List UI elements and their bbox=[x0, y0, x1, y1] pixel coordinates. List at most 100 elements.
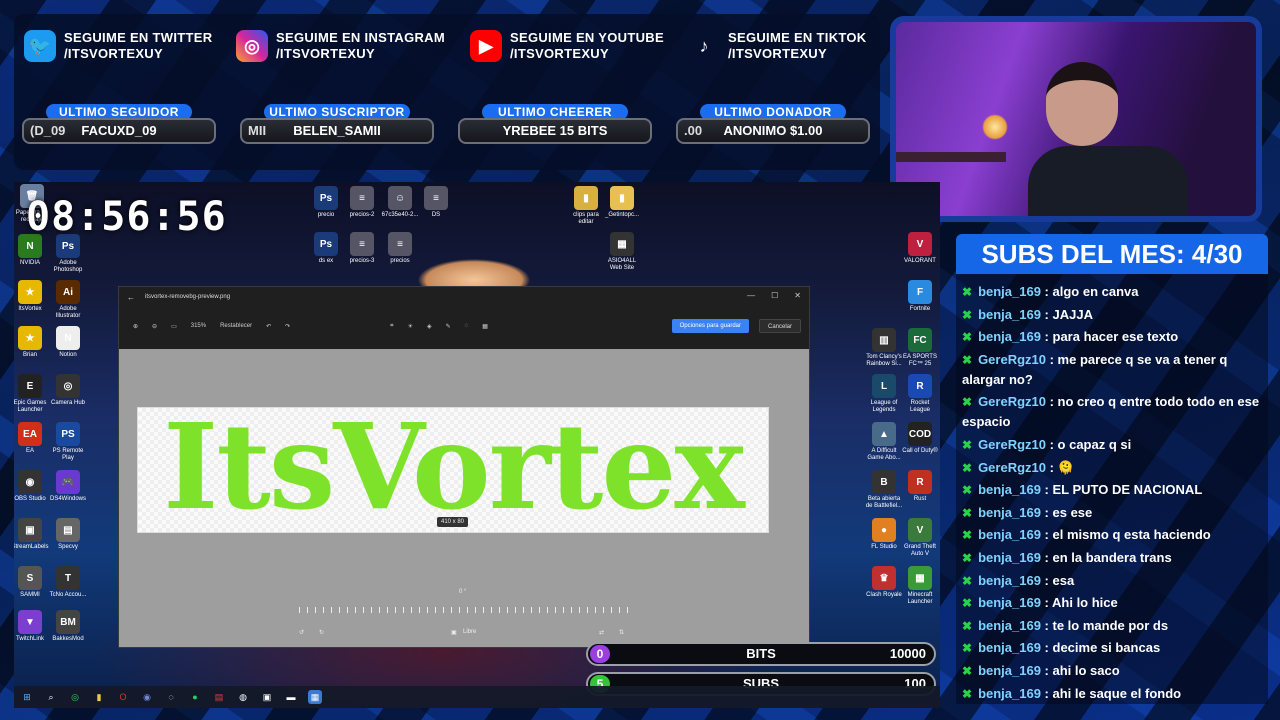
desktop-icon[interactable]: B Beta abierta de Battlefiel... bbox=[864, 470, 904, 510]
chat-username[interactable]: benja_169 bbox=[978, 686, 1041, 701]
chat-username[interactable]: GereRgz10 bbox=[978, 394, 1046, 409]
editor-title-bar[interactable]: ← itsvortex-removebg-preview.png — ☐ ✕ bbox=[119, 287, 809, 307]
chat-username[interactable]: benja_169 bbox=[978, 550, 1041, 565]
chat-username[interactable]: benja_169 bbox=[978, 307, 1041, 322]
desktop-icon[interactable]: EA EA bbox=[14, 422, 50, 455]
chat-username[interactable]: benja_169 bbox=[978, 505, 1041, 520]
desktop-icon[interactable]: N Notion bbox=[48, 326, 88, 359]
desktop-icon[interactable]: S SAMMI bbox=[14, 566, 50, 599]
chat-username[interactable]: benja_169 bbox=[978, 284, 1041, 299]
app-icon[interactable]: ▤ bbox=[212, 690, 226, 704]
brightness-icon[interactable]: ☀ bbox=[408, 323, 413, 330]
desktop-icon[interactable]: ▦ Minecraft Launcher bbox=[900, 566, 940, 606]
desktop-icon[interactable]: Ps precio bbox=[306, 186, 346, 219]
chat-username[interactable]: benja_169 bbox=[978, 482, 1041, 497]
desktop-icon[interactable]: ▦ ASIO4ALL Web Site bbox=[602, 232, 642, 272]
chat-username[interactable]: benja_169 bbox=[978, 527, 1041, 542]
zoom-in-icon[interactable]: ⊕ bbox=[133, 323, 138, 330]
desktop-icon[interactable]: V Grand Theft Auto V bbox=[900, 518, 940, 558]
desktop-icon[interactable]: R Rocket League bbox=[900, 374, 940, 414]
photo-editor-window[interactable]: ← itsvortex-removebg-preview.png — ☐ ✕ ⊕… bbox=[118, 286, 810, 648]
crop-icon[interactable]: ⌗ bbox=[390, 323, 393, 330]
chat-username[interactable]: benja_169 bbox=[978, 573, 1041, 588]
desktop-icon[interactable]: Ps ds ex bbox=[306, 232, 346, 265]
filter-icon[interactable]: ◈ bbox=[427, 323, 432, 330]
desktop-icon[interactable]: 🎮 DS4Windows bbox=[48, 470, 88, 503]
desktop-icon[interactable]: ▤ Specvy bbox=[48, 518, 88, 551]
discord-icon[interactable]: ◉ bbox=[140, 690, 154, 704]
rotate-left-icon[interactable]: ↺ bbox=[299, 629, 304, 636]
aspect-icon[interactable]: ▣ bbox=[451, 629, 457, 636]
desktop-icon[interactable]: ● FL Studio bbox=[864, 518, 904, 551]
markup-icon[interactable]: ✎ bbox=[446, 323, 451, 330]
flip-horizontal-icon[interactable]: ⇄ bbox=[599, 629, 604, 636]
maximize-icon[interactable]: ☐ bbox=[771, 291, 778, 300]
reset-button[interactable]: Restablecer bbox=[220, 323, 252, 329]
desktop-icon[interactable]: ▼ TwitchLink bbox=[14, 610, 50, 643]
aspect-ratio-label[interactable]: Libre bbox=[463, 629, 476, 635]
desktop-icon[interactable]: ▥ Tom Clancy's Rainbow Si... bbox=[864, 328, 904, 368]
desktop-icon[interactable]: ★ ItsVortex bbox=[14, 280, 50, 313]
photos-icon[interactable]: ▦ bbox=[308, 690, 322, 704]
crop-image[interactable]: ItsVortex bbox=[137, 407, 769, 533]
steam-icon[interactable]: ◌ bbox=[164, 690, 178, 704]
fit-icon[interactable]: ▭ bbox=[171, 323, 177, 330]
desktop-icon[interactable]: ≡ precios-2 bbox=[342, 186, 382, 219]
desktop-icon[interactable]: ≡ DS bbox=[416, 186, 456, 219]
desktop-icon[interactable]: ◎ Camera Hub bbox=[48, 374, 88, 407]
background-icon[interactable]: ▦ bbox=[482, 323, 488, 330]
rotate-right-icon[interactable]: ↻ bbox=[319, 629, 324, 636]
minimize-icon[interactable]: — bbox=[747, 291, 755, 300]
close-icon[interactable]: ✕ bbox=[794, 291, 801, 300]
desktop-icon[interactable]: ◉ OBS Studio bbox=[14, 470, 50, 503]
desktop-icon[interactable]: ★ Brian bbox=[14, 326, 50, 359]
zoom-out-icon[interactable]: ⊖ bbox=[152, 323, 157, 330]
search-icon[interactable]: ⌕ bbox=[44, 690, 58, 704]
desktop-icon[interactable]: BM BakkesMod bbox=[48, 610, 88, 643]
flip-vertical-icon[interactable]: ⇅ bbox=[619, 629, 624, 636]
erase-icon[interactable]: ◌ bbox=[465, 323, 469, 329]
chat-username[interactable]: benja_169 bbox=[978, 618, 1041, 633]
opera-icon[interactable]: O bbox=[116, 690, 130, 704]
editor-canvas[interactable]: ItsVortex 410 x 80 0 ° ↺ ↻ ▣ Libre ⇄ ⇅ bbox=[119, 349, 809, 647]
app-icon[interactable]: ▣ bbox=[260, 690, 274, 704]
undo-icon[interactable]: ↶ bbox=[266, 323, 271, 330]
desktop-icon[interactable]: ▲ A Difficult Game Abo... bbox=[864, 422, 904, 462]
chat-username[interactable]: GereRgz10 bbox=[978, 460, 1046, 475]
desktop-icon[interactable]: F Fortnite bbox=[900, 280, 940, 313]
spotify-icon[interactable]: ● bbox=[188, 690, 202, 704]
desktop-icon[interactable]: PS PS Remote Play bbox=[48, 422, 88, 462]
file-explorer-icon[interactable]: ▮ bbox=[92, 690, 106, 704]
desktop-icon[interactable]: ≡ precios-3 bbox=[342, 232, 382, 265]
redo-icon[interactable]: ↷ bbox=[285, 323, 290, 330]
desktop-icon[interactable]: T TcNo Accou... bbox=[48, 566, 88, 599]
desktop-icon[interactable]: ≡ precios bbox=[380, 232, 420, 265]
desktop-icon[interactable]: R Rust bbox=[900, 470, 940, 503]
desktop-icon[interactable]: ▮ clips para editar bbox=[566, 186, 606, 226]
desktop-icon[interactable]: ♛ Clash Royale bbox=[864, 566, 904, 599]
chat-username[interactable]: benja_169 bbox=[978, 640, 1041, 655]
cancel-button[interactable]: Cancelar bbox=[758, 319, 801, 333]
save-options-button[interactable]: Opciones para guardar bbox=[671, 319, 749, 333]
desktop-icon[interactable]: FC EA SPORTS FC™ 25 bbox=[900, 328, 940, 368]
chat-username[interactable]: GereRgz10 bbox=[978, 352, 1046, 367]
desktop-icon[interactable]: Ai Adobe Illustrator bbox=[48, 280, 88, 320]
desktop-icon[interactable]: ▣ StreamLabels bbox=[14, 518, 50, 551]
desktop-icon[interactable]: ▮ _Getintopc... bbox=[602, 186, 642, 219]
app-icon[interactable]: ▬ bbox=[284, 690, 298, 704]
back-arrow-icon[interactable]: ← bbox=[127, 293, 135, 302]
windows-start-icon[interactable]: ⊞ bbox=[20, 690, 34, 704]
chat-username[interactable]: benja_169 bbox=[978, 329, 1041, 344]
rotation-slider[interactable] bbox=[299, 607, 629, 613]
desktop-icon[interactable]: V VALORANT bbox=[900, 232, 940, 265]
whatsapp-icon[interactable]: ◎ bbox=[68, 690, 82, 704]
app-icon[interactable]: ◍ bbox=[236, 690, 250, 704]
chat-username[interactable]: GereRgz10 bbox=[978, 437, 1046, 452]
chat-username[interactable]: benja_169 bbox=[978, 663, 1041, 678]
desktop-icon[interactable]: COD Call of Duty® bbox=[900, 422, 940, 455]
desktop-icon[interactable]: E Epic Games Launcher bbox=[14, 374, 50, 414]
desktop-icon[interactable]: L League of Legends bbox=[864, 374, 904, 414]
desktop-icon[interactable]: ☺ 67c35e40-2... bbox=[380, 186, 420, 219]
desktop-icon[interactable]: Ps Adobe Photoshop bbox=[48, 234, 88, 274]
chat-username[interactable]: benja_169 bbox=[978, 595, 1041, 610]
